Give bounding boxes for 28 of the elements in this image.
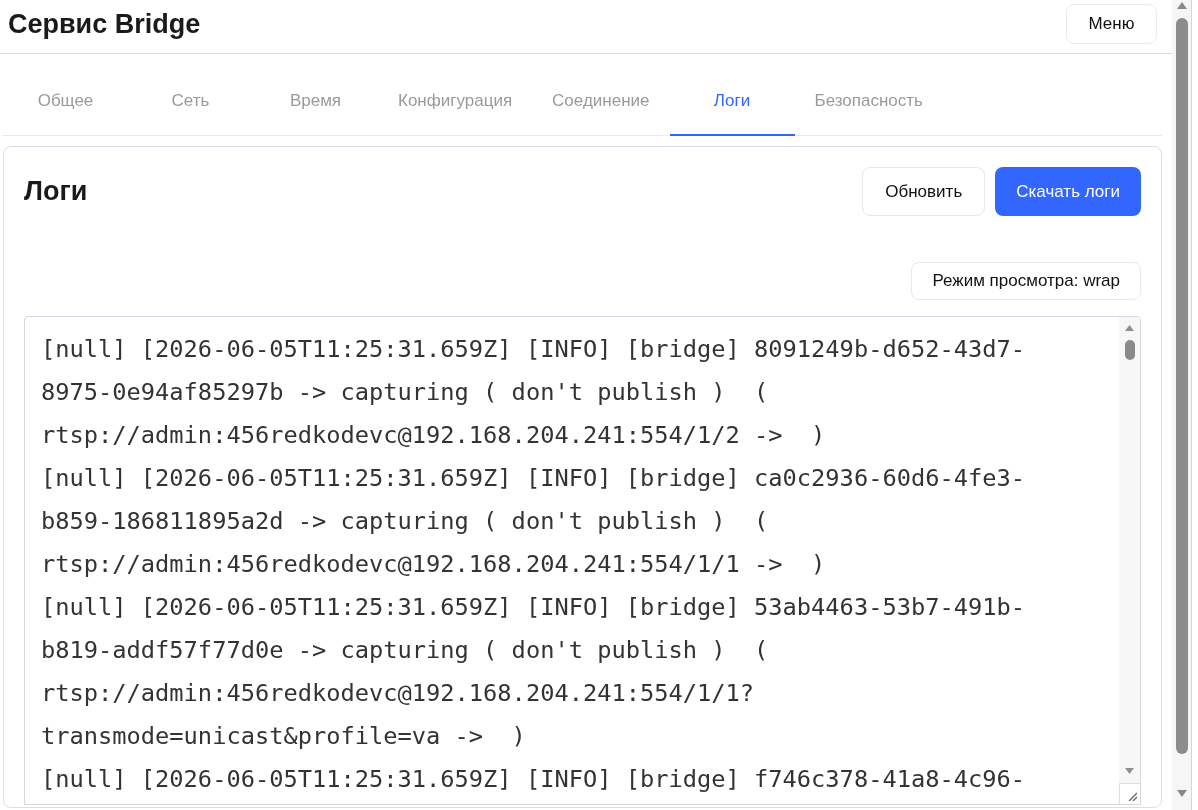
refresh-button[interactable]: Обновить	[862, 167, 986, 216]
log-entry: [null] [2026-06-05T11:25:31.659Z] [INFO] [bridge] 53ab4463-53b7-491b-b819-addf57f77d0e -> capturing ( don't publish ) ( rtsp://admin:456redkodevc@192.168.204.241:554/1/1?transmode=unicast&profile=va -> )	[41, 592, 1026, 752]
menu-button[interactable]: Меню	[1066, 4, 1157, 44]
tab[interactable]: Общее	[3, 54, 128, 136]
scroll-up-arrow-icon[interactable]	[1176, 2, 1187, 9]
card-title: Логи	[24, 176, 88, 207]
tab[interactable]: Соединение	[532, 54, 670, 136]
log-entry: [null] [2026-06-05T11:25:31.659Z] [INFO] [bridge] f746c378-41a8-4c96-	[41, 764, 1026, 795]
tab[interactable]: Безопасность	[794, 54, 943, 136]
log-scrollbar[interactable]	[1119, 317, 1140, 783]
log-textarea[interactable]	[24, 316, 1141, 805]
log-entry: [null] [2026-06-05T11:25:31.659Z] [INFO] [bridge] ca0c2936-60d6-4fe3-b859-186811895a2d -> capturing ( don't publish ) ( rtsp://admin:456redkodevc@192.168.204.241:554/1/1 -> )	[41, 463, 1026, 580]
tab[interactable]: Сеть	[128, 54, 253, 136]
scroll-down-arrow-icon[interactable]	[1176, 790, 1187, 797]
page-scrollbar[interactable]	[1172, 0, 1192, 810]
resize-grip-icon	[1128, 792, 1137, 801]
tab[interactable]: Логи	[669, 54, 795, 136]
scrollbar-thumb[interactable]	[1124, 340, 1135, 360]
view-mode-button[interactable]: Режим просмотра: wrap	[911, 262, 1141, 300]
tab[interactable]: Время	[253, 54, 378, 136]
download-logs-button[interactable]: Скачать логи	[995, 167, 1141, 216]
tab[interactable]: Конфигурация	[378, 54, 533, 136]
log-entry: [null] [2026-06-05T11:25:31.659Z] [INFO] [bridge] 8091249b-d652-43d7-8975-0e94af85297b -> capturing ( don't publish ) ( rtsp://admin:456redkodevc@192.168.204.241:554/1/2 -> )	[41, 334, 1026, 451]
scroll-down-arrow-icon[interactable]	[1125, 768, 1134, 774]
resize-handle[interactable]	[1119, 783, 1140, 804]
scrollbar-thumb[interactable]	[1175, 18, 1188, 754]
page-title: Сервис Bridge	[8, 8, 201, 41]
scroll-up-arrow-icon[interactable]	[1125, 325, 1134, 331]
